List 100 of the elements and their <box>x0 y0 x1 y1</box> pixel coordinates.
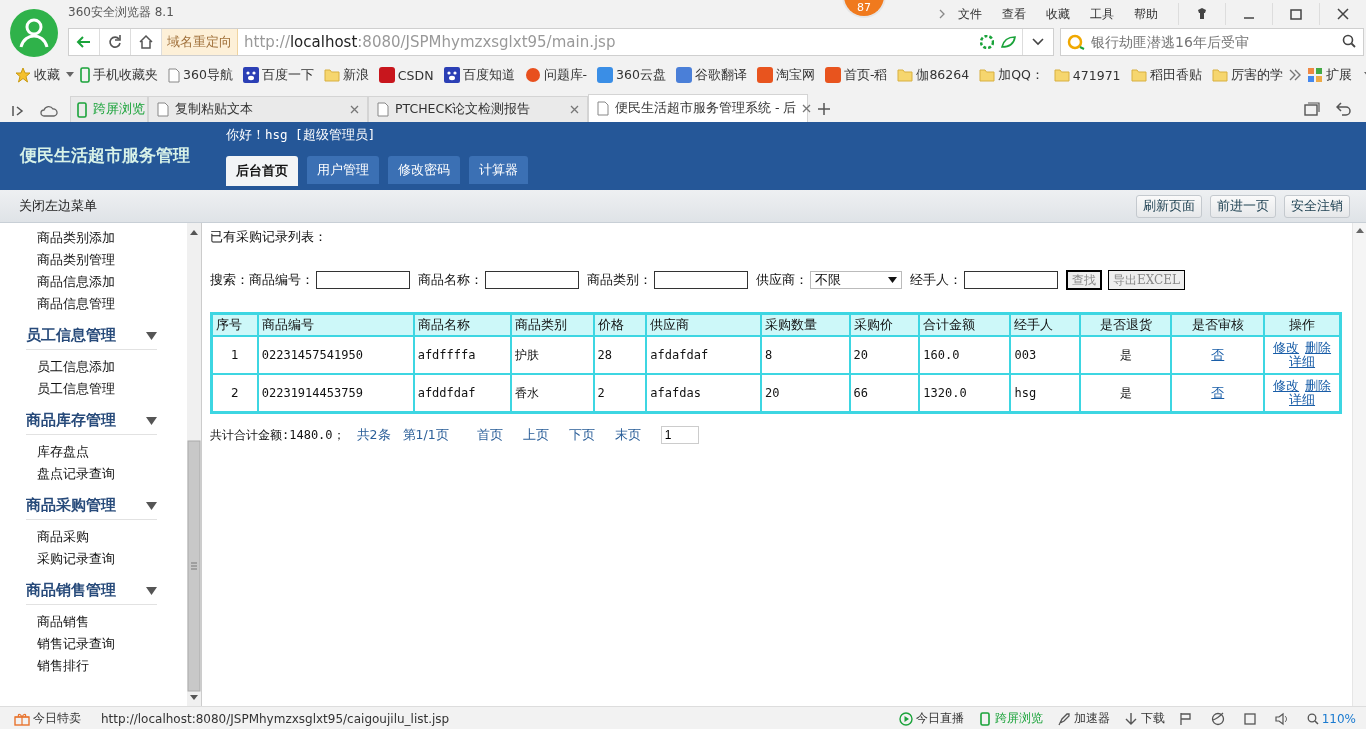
window-icon[interactable] <box>1242 711 1257 726</box>
menu-item[interactable]: 帮助 <box>1126 5 1166 23</box>
reload-icon[interactable] <box>107 34 123 50</box>
cloud-icon[interactable] <box>40 105 58 117</box>
bookmark[interactable]: 淘宝网 <box>751 66 820 84</box>
menu-item[interactable]: 商品销售 <box>0 611 187 633</box>
bookmark[interactable]: 手机收藏夹 <box>75 66 163 84</box>
search-icon[interactable] <box>1342 34 1356 48</box>
bookmark[interactable]: 收藏 <box>10 66 65 84</box>
bookmark[interactable]: 新浪 <box>318 66 374 84</box>
pager-link[interactable]: 下页 <box>568 426 595 444</box>
pager-link[interactable]: 末页 <box>614 426 641 444</box>
menu-item[interactable]: 商品信息添加 <box>0 271 187 293</box>
new-tab-icon[interactable] <box>818 103 830 115</box>
action-link[interactable]: 删除 <box>1305 341 1332 355</box>
nav-tab[interactable]: 计算器 <box>469 156 528 184</box>
menu-item[interactable]: 查看 <box>994 5 1034 23</box>
menu-item[interactable]: 商品类别添加 <box>0 227 187 249</box>
browser-icon[interactable] <box>1210 711 1225 726</box>
dropdown-icon[interactable] <box>1032 38 1044 46</box>
browser-tab[interactable]: PTCHECK论文检测报告 <box>368 96 588 122</box>
deals-button[interactable]: 今日特卖 <box>14 710 81 727</box>
filter-field[interactable] <box>964 271 1058 289</box>
address-field[interactable]: http://localhost:8080/JSPMhymzxsglxt95/main.jsp <box>244 33 616 51</box>
extensions-button[interactable]: 扩展 <box>1301 66 1357 84</box>
menu-item[interactable]: 收藏 <box>1038 5 1078 23</box>
more-icon[interactable] <box>1287 69 1302 81</box>
refresh-icon[interactable] <box>980 35 994 49</box>
bookmark[interactable]: 471971 <box>1048 67 1126 83</box>
toolbar-button[interactable]: 安全注销 <box>1284 194 1350 218</box>
close-icon[interactable] <box>802 104 812 113</box>
menu-item[interactable]: 采购记录查询 <box>0 548 187 570</box>
filter-field[interactable] <box>485 271 579 289</box>
collapse-icon[interactable] <box>146 586 157 595</box>
leaf-icon[interactable] <box>1000 35 1016 49</box>
bookmark[interactable]: 伽86264 <box>892 66 975 84</box>
action-link[interactable]: 修改 <box>1273 379 1300 393</box>
nav-tab[interactable]: 用户管理 <box>307 156 379 184</box>
home-icon[interactable] <box>138 34 154 50</box>
bookmark[interactable]: 稻田香贴 <box>1125 66 1207 84</box>
bookmark[interactable]: 谷歌翻译 <box>670 66 752 84</box>
maximize-icon[interactable] <box>1288 6 1304 22</box>
action-link[interactable]: 修改 <box>1273 341 1300 355</box>
status-button[interactable]: 今日直播 <box>898 710 964 727</box>
menu-item[interactable]: 员工信息管理 <box>0 378 187 400</box>
menu-item[interactable]: 员工信息添加 <box>0 356 187 378</box>
nav-tab[interactable]: 后台首页 <box>226 156 298 186</box>
bookmark[interactable]: 360云盘 <box>592 66 671 84</box>
bookmark[interactable]: 首页-稻 <box>819 66 893 84</box>
audit-link[interactable]: 否 <box>1211 384 1225 400</box>
tab-list-icon[interactable] <box>1304 102 1320 116</box>
chevron-icon[interactable] <box>938 9 946 19</box>
menu-group-title[interactable]: 员工信息管理 <box>26 326 116 345</box>
toggle-menu-link[interactable]: 关闭左边菜单 <box>0 197 97 215</box>
menu-item[interactable]: 销售排行 <box>0 655 187 677</box>
audit-link[interactable]: 否 <box>1211 346 1225 362</box>
action-link[interactable]: 详细 <box>1289 355 1316 369</box>
action-link[interactable]: 删除 <box>1305 379 1332 393</box>
bookmark[interactable]: 厉害的学 <box>1206 66 1288 84</box>
browser-tab[interactable]: 便民生活超市服务管理系统 - 后 <box>588 94 808 122</box>
pager-link[interactable]: 首页 <box>476 426 503 444</box>
back-icon[interactable] <box>76 34 92 50</box>
toolbar-button[interactable]: 刷新页面 <box>1136 194 1202 218</box>
supplier-dropdown[interactable]: 不限 <box>810 271 902 289</box>
menu-item[interactable]: 销售记录查询 <box>0 633 187 655</box>
page-field[interactable]: 1 <box>660 426 699 444</box>
menu-item[interactable]: 盘点记录查询 <box>0 463 187 485</box>
status-button[interactable]: 下载 <box>1123 710 1165 727</box>
menu-item[interactable]: 库存盘点 <box>0 441 187 463</box>
browser-tab[interactable]: 复制粘贴文本 <box>148 96 368 122</box>
menu-group-title[interactable]: 商品采购管理 <box>26 496 116 515</box>
nav-tab[interactable]: 修改密码 <box>388 156 460 184</box>
bookmark[interactable]: 问题库- <box>519 66 592 84</box>
speaker-icon[interactable] <box>1274 711 1289 726</box>
action-link[interactable]: 详细 <box>1289 393 1316 407</box>
collapse-icon[interactable] <box>146 501 157 510</box>
close-icon[interactable] <box>1335 6 1351 22</box>
bookmark[interactable]: 百度知道 <box>438 66 520 84</box>
menu-item[interactable]: 商品采购 <box>0 526 187 548</box>
menu-item[interactable]: 工具 <box>1082 5 1122 23</box>
bookmark[interactable]: 加QQ： <box>974 66 1049 84</box>
zoom-button[interactable]: 110% <box>1306 711 1356 726</box>
dropdown-icon[interactable] <box>65 71 75 79</box>
status-button[interactable]: 加速器 <box>1056 710 1110 727</box>
menu-group-title[interactable]: 商品销售管理 <box>26 581 116 600</box>
menu-item[interactable]: 商品信息管理 <box>0 293 187 315</box>
bookmark[interactable]: 百度一下 <box>237 66 319 84</box>
flag-icon[interactable] <box>1178 711 1193 726</box>
collapse-icon[interactable] <box>146 416 157 425</box>
menu-item[interactable]: 文件 <box>950 5 990 23</box>
collapse-icon[interactable] <box>146 331 157 340</box>
pager-link[interactable]: 上页 <box>522 426 549 444</box>
menu-item[interactable]: 商品类别管理 <box>0 249 187 271</box>
close-icon[interactable] <box>350 105 359 114</box>
undo-icon[interactable] <box>1336 102 1352 116</box>
sidebar-toggle-icon[interactable] <box>12 105 26 117</box>
bookmark[interactable]: 360导航 <box>163 66 238 84</box>
bookmark[interactable]: CSDN <box>373 67 439 83</box>
filter-field[interactable] <box>316 271 410 289</box>
search-field[interactable]: 银行劫匪潜逃16年后受审 <box>1060 28 1364 56</box>
